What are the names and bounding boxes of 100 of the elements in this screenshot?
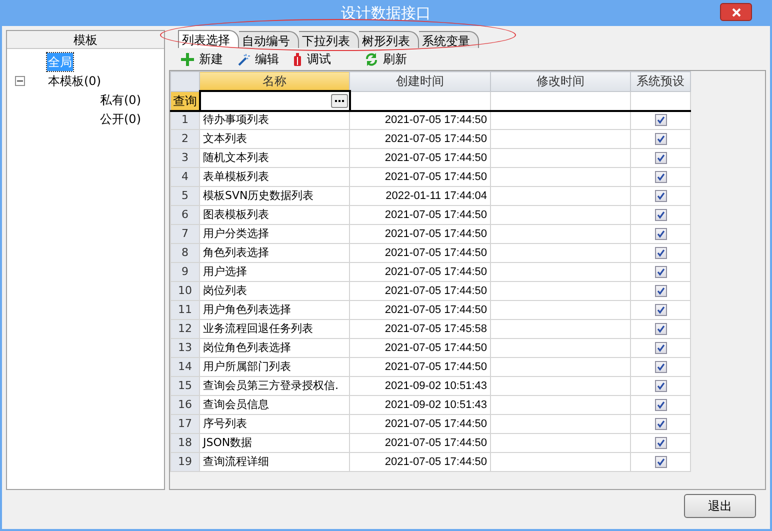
date-cell: 2021-07-05 17:44:50 — [350, 338, 490, 358]
column-header[interactable]: 修改时间 — [490, 72, 630, 91]
date-cell: 2021-07-05 17:44:50 — [350, 130, 490, 148]
row-number: 11 — [170, 300, 200, 320]
name-cell: 查询流程详细 — [200, 452, 350, 472]
row-number: 8 — [170, 244, 200, 262]
row-number: 19 — [170, 452, 200, 472]
column-header[interactable]: 创建时间 — [350, 72, 490, 91]
checkbox[interactable] — [654, 418, 666, 430]
column-header[interactable]: 名称 — [200, 72, 350, 91]
row-number: 3 — [170, 148, 200, 168]
checkbox[interactable] — [654, 285, 666, 297]
date-cell: 2021-07-05 17:44:50 — [350, 414, 490, 434]
query-label: 查询 — [170, 91, 200, 110]
name-cell: 用户分类选择 — [200, 224, 350, 244]
row-number: 17 — [170, 414, 200, 434]
query-field[interactable] — [200, 91, 350, 110]
date-cell: 2021-07-05 17:44:50 — [350, 434, 490, 452]
close-button[interactable] — [720, 3, 752, 21]
checkbox[interactable] — [654, 380, 666, 392]
name-cell: 查询会员信息 — [200, 396, 350, 414]
row-number: 18 — [170, 434, 200, 452]
bug-icon — [293, 52, 302, 66]
refresh-icon — [365, 52, 378, 66]
checkbox[interactable] — [654, 133, 666, 145]
toolbar-button[interactable]: 新建 — [181, 49, 223, 69]
tab[interactable]: 树形列表 — [359, 31, 419, 48]
name-cell: 随机文本列表 — [200, 148, 350, 168]
date-cell: 2021-07-05 17:44:50 — [350, 300, 490, 320]
tree-item[interactable]: 本模板(0) — [47, 72, 102, 90]
tab[interactable]: 列表选择 — [178, 30, 239, 48]
name-cell: 用户所属部门列表 — [200, 358, 350, 376]
row-number: 15 — [170, 376, 200, 396]
name-cell: 用户选择 — [200, 262, 350, 282]
row-number: 12 — [170, 320, 200, 338]
checkbox[interactable] — [654, 152, 666, 164]
checkbox[interactable] — [654, 437, 666, 449]
more-button[interactable] — [330, 94, 348, 108]
date-cell: 2021-07-05 17:44:50 — [350, 452, 490, 472]
row-number: 6 — [170, 206, 200, 224]
checkbox[interactable] — [654, 323, 666, 335]
row-number: 13 — [170, 338, 200, 358]
checkbox[interactable] — [654, 247, 666, 259]
row-number: 14 — [170, 358, 200, 376]
row-number: 9 — [170, 262, 200, 282]
checkbox[interactable] — [654, 114, 666, 126]
checkbox[interactable] — [654, 361, 666, 373]
date-cell: 2021-07-05 17:44:50 — [350, 244, 490, 262]
checkbox[interactable] — [654, 190, 666, 202]
tree-item[interactable]: 公开(0) — [99, 110, 142, 128]
checkbox[interactable] — [654, 171, 666, 183]
panel-header: 模板 — [74, 32, 98, 48]
row-number: 16 — [170, 396, 200, 414]
row-number: 7 — [170, 224, 200, 244]
date-cell: 2021-07-05 17:44:50 — [350, 282, 490, 300]
toolbar-button[interactable]: 编辑 — [237, 49, 279, 69]
date-cell: 2021-07-05 17:44:50 — [350, 262, 490, 282]
checkbox[interactable] — [654, 399, 666, 411]
name-cell: 序号列表 — [200, 414, 350, 434]
date-cell: 2021-07-05 17:45:58 — [350, 320, 490, 338]
tree-item[interactable]: 私有(0) — [99, 90, 142, 108]
name-cell: 图表模板列表 — [200, 206, 350, 224]
column-header[interactable]: 系统预设 — [630, 72, 690, 91]
name-cell: 角色列表选择 — [200, 244, 350, 262]
tab[interactable]: 系统变量 — [419, 31, 479, 48]
name-cell: 查询会员第三方登录授权信. — [200, 376, 350, 396]
tab[interactable]: 自动编号 — [239, 31, 299, 48]
name-cell: 岗位角色列表选择 — [200, 338, 350, 358]
date-cell: 2021-07-05 17:44:50 — [350, 224, 490, 244]
name-cell: 业务流程回退任务列表 — [200, 320, 350, 338]
name-cell: 表单模板列表 — [200, 168, 350, 186]
name-cell: 岗位列表 — [200, 282, 350, 300]
plus-icon — [181, 52, 194, 66]
date-cell: 2021-07-05 17:44:50 — [350, 168, 490, 186]
name-cell: JSON数据 — [200, 434, 350, 452]
row-number: 5 — [170, 186, 200, 206]
checkbox[interactable] — [654, 304, 666, 316]
date-cell: 2021-07-05 17:44:50 — [350, 148, 490, 168]
name-cell: 文本列表 — [200, 130, 350, 148]
row-number: 10 — [170, 282, 200, 300]
toolbar-button[interactable]: 调试 — [293, 49, 331, 69]
collapse-icon[interactable] — [15, 76, 25, 86]
row-number: 2 — [170, 130, 200, 148]
window-title: 设计数据接口 — [341, 2, 431, 24]
tab[interactable]: 下拉列表 — [299, 31, 359, 48]
toolbar-button[interactable]: 刷新 — [365, 49, 407, 69]
exit-button[interactable]: 退出 — [684, 494, 756, 518]
date-cell: 2022-01-11 17:44:04 — [350, 186, 490, 206]
checkbox[interactable] — [654, 456, 666, 468]
checkbox[interactable] — [654, 266, 666, 278]
name-cell: 模板SVN历史数据列表 — [200, 186, 350, 206]
name-cell: 待办事项列表 — [200, 110, 350, 130]
checkbox[interactable] — [654, 228, 666, 240]
checkbox[interactable] — [654, 209, 666, 221]
date-cell: 2021-09-02 10:51:43 — [350, 396, 490, 414]
name-cell: 用户角色列表选择 — [200, 300, 350, 320]
wand-icon — [237, 52, 250, 66]
ellipsis-icon — [334, 100, 344, 102]
date-cell: 2021-07-05 17:44:50 — [350, 110, 490, 130]
checkbox[interactable] — [654, 342, 666, 354]
